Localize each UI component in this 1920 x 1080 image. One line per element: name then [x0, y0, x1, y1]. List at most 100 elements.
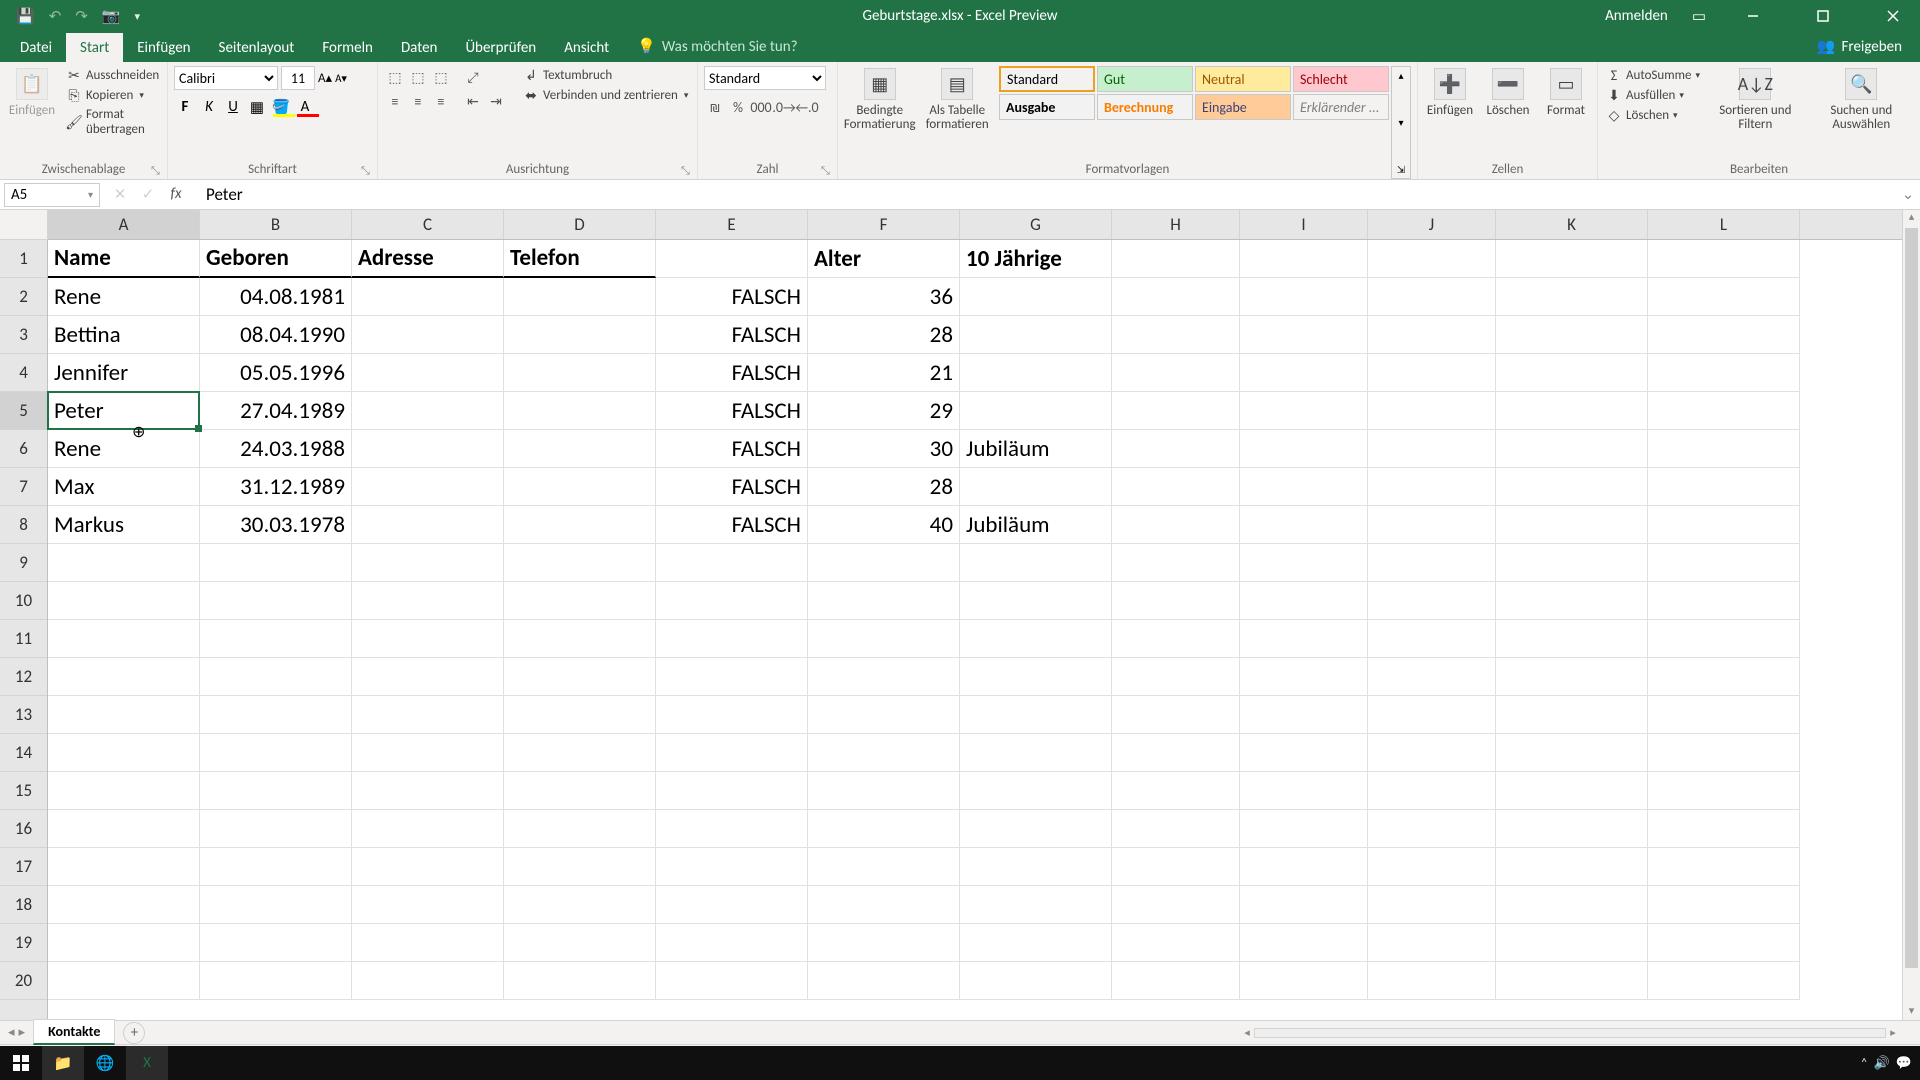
cell-D4[interactable] — [504, 354, 656, 392]
cell-L10[interactable] — [1648, 582, 1800, 620]
style-down-icon[interactable]: ▾ — [1392, 114, 1410, 131]
cell-F11[interactable] — [808, 620, 960, 658]
cell-F3[interactable]: 28 — [808, 316, 960, 354]
cell-B10[interactable] — [200, 582, 352, 620]
cell-E8[interactable]: FALSCH — [656, 506, 808, 544]
style-up-icon[interactable]: ▴ — [1392, 67, 1410, 84]
cell-G5[interactable] — [960, 392, 1112, 430]
cell-D5[interactable] — [504, 392, 656, 430]
cell-D16[interactable] — [504, 810, 656, 848]
cell-K15[interactable] — [1496, 772, 1648, 810]
cell-G12[interactable] — [960, 658, 1112, 696]
cell-B3[interactable]: 08.04.1990 — [200, 316, 352, 354]
cell-K14[interactable] — [1496, 734, 1648, 772]
cell-D2[interactable] — [504, 278, 656, 316]
cell-G9[interactable] — [960, 544, 1112, 582]
sheet-nav-next-icon[interactable]: ▸ — [19, 1025, 26, 1040]
cell-I13[interactable] — [1240, 696, 1368, 734]
cell-I4[interactable] — [1240, 354, 1368, 392]
cell-H18[interactable] — [1112, 886, 1240, 924]
cell-K3[interactable] — [1496, 316, 1648, 354]
cell-E11[interactable] — [656, 620, 808, 658]
cell-E9[interactable] — [656, 544, 808, 582]
number-format-select[interactable]: Standard — [704, 66, 826, 90]
cell-K16[interactable] — [1496, 810, 1648, 848]
percent-icon[interactable]: % — [727, 96, 749, 118]
align-center-icon[interactable]: ≡ — [407, 90, 429, 112]
cell-B6[interactable]: 24.03.1988 — [200, 430, 352, 468]
indent-decrease-icon[interactable]: ⇤ — [462, 90, 484, 112]
share-button[interactable]: 👥Freigeben — [1799, 31, 1920, 62]
cell-A15[interactable] — [48, 772, 200, 810]
tray-notifications-icon[interactable]: 💬 — [1896, 1056, 1912, 1071]
cell-A5[interactable]: Peter — [48, 392, 200, 430]
start-button[interactable] — [0, 1046, 42, 1080]
cell-D18[interactable] — [504, 886, 656, 924]
cell-J3[interactable] — [1368, 316, 1496, 354]
cell-I15[interactable] — [1240, 772, 1368, 810]
cell-B12[interactable] — [200, 658, 352, 696]
cell-I20[interactable] — [1240, 962, 1368, 1000]
cell-C14[interactable] — [352, 734, 504, 772]
cell-H7[interactable] — [1112, 468, 1240, 506]
undo-icon[interactable]: ↶ — [49, 7, 62, 26]
cell-A9[interactable] — [48, 544, 200, 582]
currency-icon[interactable]: ₪ — [704, 96, 726, 118]
cell-J5[interactable] — [1368, 392, 1496, 430]
decrease-font-icon[interactable]: A▾ — [335, 72, 347, 85]
cell-E18[interactable] — [656, 886, 808, 924]
cell-B8[interactable]: 30.03.1978 — [200, 506, 352, 544]
cell-F20[interactable] — [808, 962, 960, 1000]
cell-C13[interactable] — [352, 696, 504, 734]
cell-G4[interactable] — [960, 354, 1112, 392]
cell-A18[interactable] — [48, 886, 200, 924]
cell-E13[interactable] — [656, 696, 808, 734]
cell-G15[interactable] — [960, 772, 1112, 810]
horizontal-scrollbar[interactable]: ◂ ▸ — [1240, 1026, 1900, 1040]
scroll-up-icon[interactable]: ▴ — [1903, 210, 1920, 226]
cell-D19[interactable] — [504, 924, 656, 962]
cell-H14[interactable] — [1112, 734, 1240, 772]
align-right-icon[interactable]: ≡ — [430, 90, 452, 112]
camera-icon[interactable]: 📷 — [102, 7, 121, 26]
border-button[interactable]: ▦ — [246, 96, 268, 118]
hscroll-right-icon[interactable]: ▸ — [1886, 1026, 1900, 1039]
tray-chevron-icon[interactable]: ˄ — [1861, 1056, 1868, 1071]
cell-C18[interactable] — [352, 886, 504, 924]
cell-H15[interactable] — [1112, 772, 1240, 810]
tab-view[interactable]: Ansicht — [550, 33, 623, 62]
cell-B1[interactable]: Geboren — [200, 240, 352, 278]
cell-E12[interactable] — [656, 658, 808, 696]
cell-I8[interactable] — [1240, 506, 1368, 544]
cell-C7[interactable] — [352, 468, 504, 506]
cell-K12[interactable] — [1496, 658, 1648, 696]
taskbar-explorer-icon[interactable]: 📁 — [42, 1046, 84, 1080]
cell-L11[interactable] — [1648, 620, 1800, 658]
cell-F15[interactable] — [808, 772, 960, 810]
align-left-icon[interactable]: ≡ — [384, 90, 406, 112]
cell-G1[interactable]: 10 Jährige — [960, 240, 1112, 278]
cell-D9[interactable] — [504, 544, 656, 582]
cell-A1[interactable]: Name — [48, 240, 200, 278]
cell-E17[interactable] — [656, 848, 808, 886]
cell-I17[interactable] — [1240, 848, 1368, 886]
cell-G3[interactable] — [960, 316, 1112, 354]
cell-K9[interactable] — [1496, 544, 1648, 582]
cell-C8[interactable] — [352, 506, 504, 544]
cell-G19[interactable] — [960, 924, 1112, 962]
cell-F12[interactable] — [808, 658, 960, 696]
cell-A11[interactable] — [48, 620, 200, 658]
cell-J10[interactable] — [1368, 582, 1496, 620]
font-size-input[interactable] — [281, 66, 315, 90]
cell-H9[interactable] — [1112, 544, 1240, 582]
format-painter-button[interactable]: 🖌Format übertragen — [64, 106, 161, 138]
cell-C3[interactable] — [352, 316, 504, 354]
row-header-4[interactable]: 4 — [0, 354, 47, 392]
cell-A14[interactable] — [48, 734, 200, 772]
font-launcher-icon[interactable]: ⤡ — [361, 164, 373, 176]
row-header-10[interactable]: 10 — [0, 582, 47, 620]
tab-data[interactable]: Daten — [387, 33, 451, 62]
tell-me[interactable]: 💡Was möchten Sie tun? — [623, 31, 811, 62]
cell-K13[interactable] — [1496, 696, 1648, 734]
cell-E5[interactable]: FALSCH — [656, 392, 808, 430]
